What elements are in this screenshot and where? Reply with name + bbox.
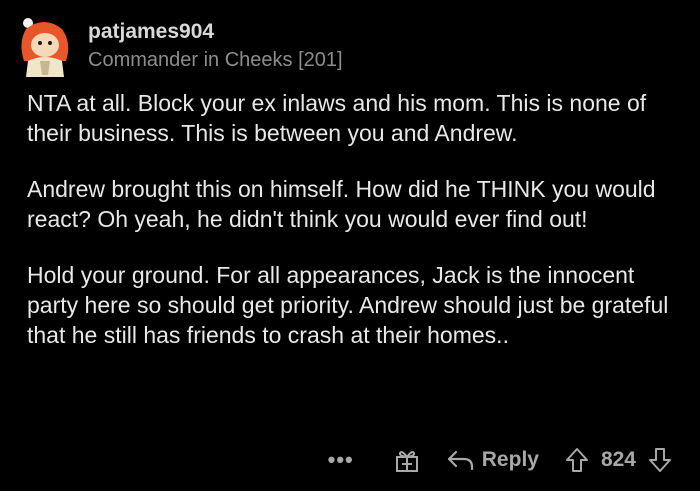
- comment-paragraph: NTA at all. Block your ex inlaws and his…: [27, 90, 647, 146]
- comment-paragraph: Andrew brought this on himself. How did …: [27, 176, 656, 232]
- user-flair: Commander in Cheeks [201]: [88, 49, 343, 71]
- more-options-icon[interactable]: •••: [328, 444, 354, 476]
- comment-body: NTA at all. Block your ex inlaws and his…: [27, 88, 677, 376]
- reply-button[interactable]: Reply: [446, 448, 539, 472]
- downvote-arrow-icon[interactable]: [648, 447, 672, 473]
- comment-paragraph: Hold your ground. For all appearances, J…: [27, 262, 669, 348]
- upvote-arrow-icon[interactable]: [565, 447, 589, 473]
- award-gift-icon[interactable]: [394, 447, 420, 473]
- reply-arrow-icon: [447, 450, 473, 471]
- vote-score: 824: [600, 448, 636, 471]
- comment-action-bar: ••• Reply 824: [328, 444, 672, 476]
- avatar-illustration: [21, 18, 69, 77]
- username[interactable]: patjames904: [88, 19, 343, 45]
- reply-label: Reply: [481, 448, 539, 471]
- avatar[interactable]: [14, 15, 76, 77]
- comment-header: patjames904 Commander in Cheeks [201]: [14, 14, 343, 78]
- vote-controls: 824: [565, 447, 672, 473]
- user-info: patjames904 Commander in Cheeks [201]: [88, 19, 343, 73]
